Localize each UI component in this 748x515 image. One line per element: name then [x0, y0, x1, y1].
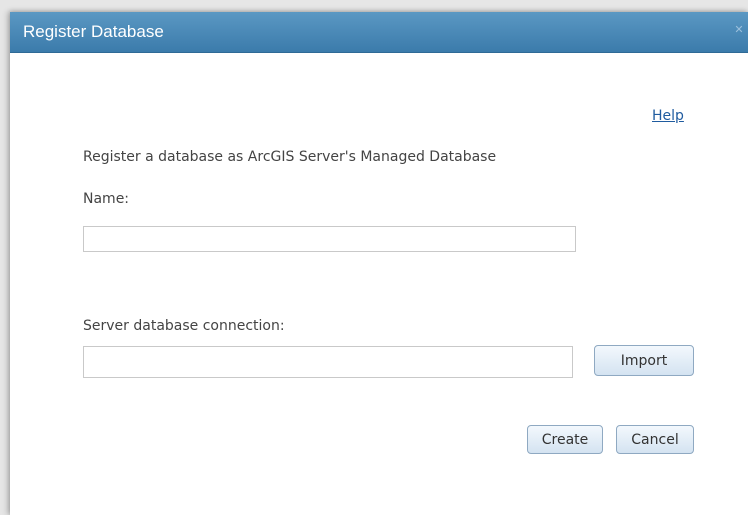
name-input[interactable] — [83, 226, 576, 252]
name-label: Name: — [83, 191, 130, 207]
import-button[interactable]: Import — [594, 345, 694, 376]
help-link[interactable]: Help — [652, 107, 684, 125]
dialog-description: Register a database as ArcGIS Server's M… — [83, 149, 497, 165]
cancel-button[interactable]: Cancel — [616, 425, 694, 454]
create-button[interactable]: Create — [527, 425, 603, 454]
dialog-titlebar[interactable]: Register Database ✕ — [10, 12, 748, 53]
dialog-title: Register Database — [23, 22, 164, 41]
server-connection-input[interactable] — [83, 346, 573, 378]
register-database-dialog: Register Database ✕ Help Register a data… — [10, 12, 748, 515]
server-connection-label: Server database connection: — [83, 318, 285, 334]
close-icon[interactable]: ✕ — [730, 21, 748, 39]
